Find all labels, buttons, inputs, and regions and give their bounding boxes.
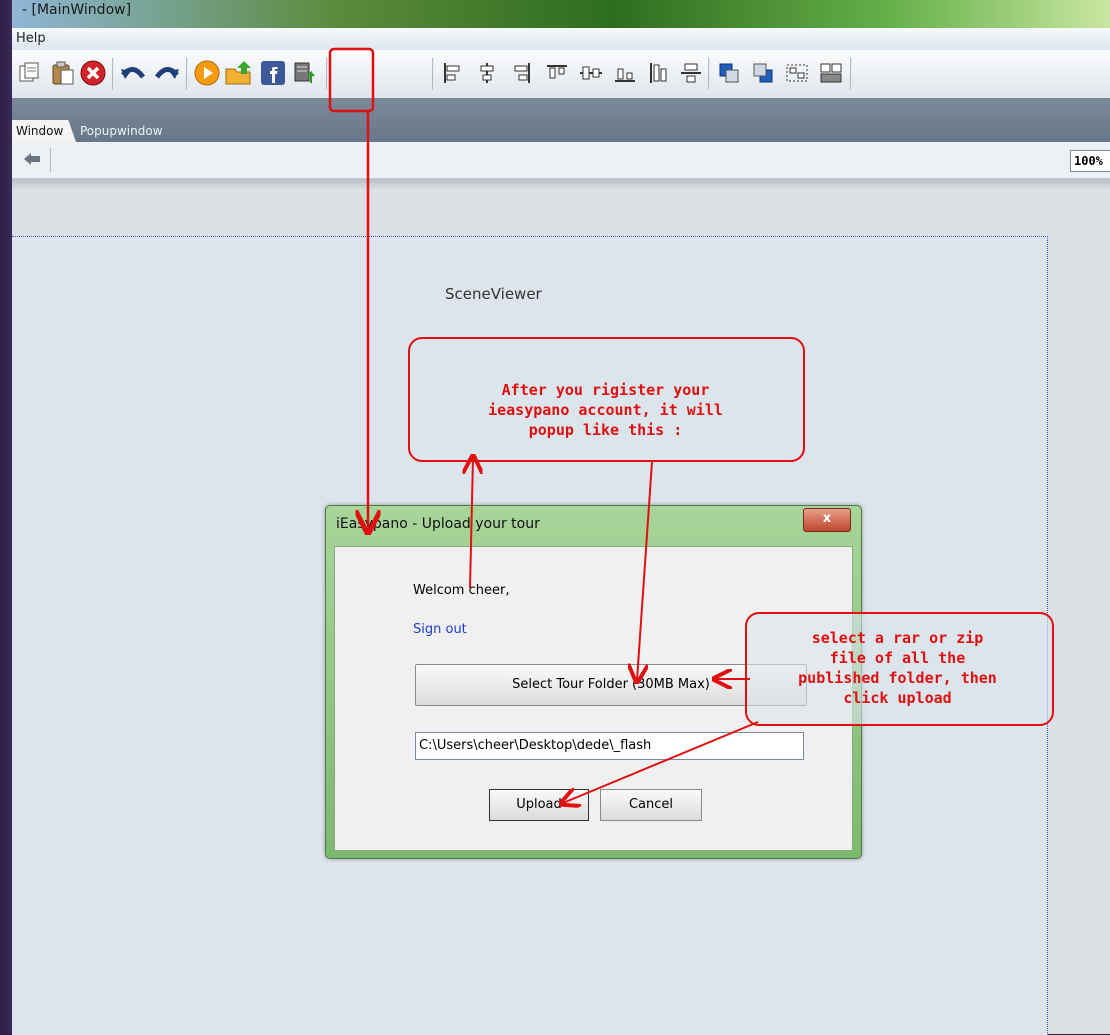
toolbar-separator [850,58,852,90]
toolbar-separator [112,58,114,90]
title-bar: - [MainWindow] [12,0,1110,28]
annotation-line: click upload [843,689,952,707]
facebook-icon[interactable] [258,58,288,88]
align-bottom-icon[interactable] [610,58,640,88]
align-top-icon[interactable] [542,58,572,88]
annotation-select-text: select a rar or zip file of all the publ… [747,628,1048,708]
cancel-button[interactable]: Cancel [600,789,702,821]
undo-icon[interactable] [118,58,148,88]
bring-front-icon[interactable] [714,58,744,88]
toolbar-separator [708,58,710,90]
scene-viewer-label: SceneViewer [445,285,542,303]
upload-button[interactable]: Upload [489,789,589,821]
dialog-close-button[interactable]: x [803,508,851,532]
annotation-popup-text: After you rigister your ieasypano accoun… [410,380,801,440]
annotation-line: After you rigister your [501,381,710,399]
play-icon[interactable] [192,58,222,88]
menu-bar: Help [12,28,1110,51]
align-left-icon[interactable] [438,58,468,88]
publish-folder-icon[interactable] [224,58,254,88]
copy-icon[interactable] [14,58,44,88]
align-middle-icon[interactable] [576,58,606,88]
toolbar-separator [432,58,434,90]
sign-out-link[interactable]: Sign out [413,622,467,637]
annotation-line: popup like this : [528,421,683,439]
menu-help[interactable]: Help [16,31,46,46]
dialog-title: iEasypano - Upload your tour [336,516,540,532]
tab-popupwindow[interactable]: Popupwindow [80,120,163,142]
toolbar [12,50,1110,99]
toolbar-separator [186,58,188,90]
send-back-icon[interactable] [748,58,778,88]
back-arrow-icon [22,151,42,170]
delete-icon[interactable] [78,58,108,88]
back-button[interactable] [14,148,51,172]
redo-icon[interactable] [152,58,182,88]
window-title: - [MainWindow] [22,2,132,18]
tab-bar: Window Popupwindow [12,98,1110,142]
ungroup-icon[interactable] [816,58,846,88]
annotation-line: published folder, then [798,669,997,687]
zoom-level-field[interactable]: 100% [1070,150,1110,172]
paste-icon[interactable] [48,58,78,88]
group-icon[interactable] [782,58,812,88]
export-icon[interactable] [290,58,320,88]
window-left-edge [0,0,12,1034]
tour-path-field[interactable]: C:\Users\cheer\Desktop\dede\_flash [415,732,804,760]
annotation-line: select a rar or zip [811,629,984,647]
toolbar-separator [326,58,328,90]
align-center-icon[interactable] [472,58,502,88]
tab-window[interactable]: Window [12,120,76,142]
annotation-line: file of all the [829,649,966,667]
nav-bar: 100% [12,142,1110,179]
splitter [12,179,1110,189]
distribute-v-icon[interactable] [676,58,706,88]
align-right-icon[interactable] [506,58,536,88]
distribute-h-icon[interactable] [644,58,674,88]
welcome-text: Welcom cheer, [413,583,510,598]
annotation-line: ieasypano account, it will [488,401,723,419]
close-icon: x [822,511,832,526]
